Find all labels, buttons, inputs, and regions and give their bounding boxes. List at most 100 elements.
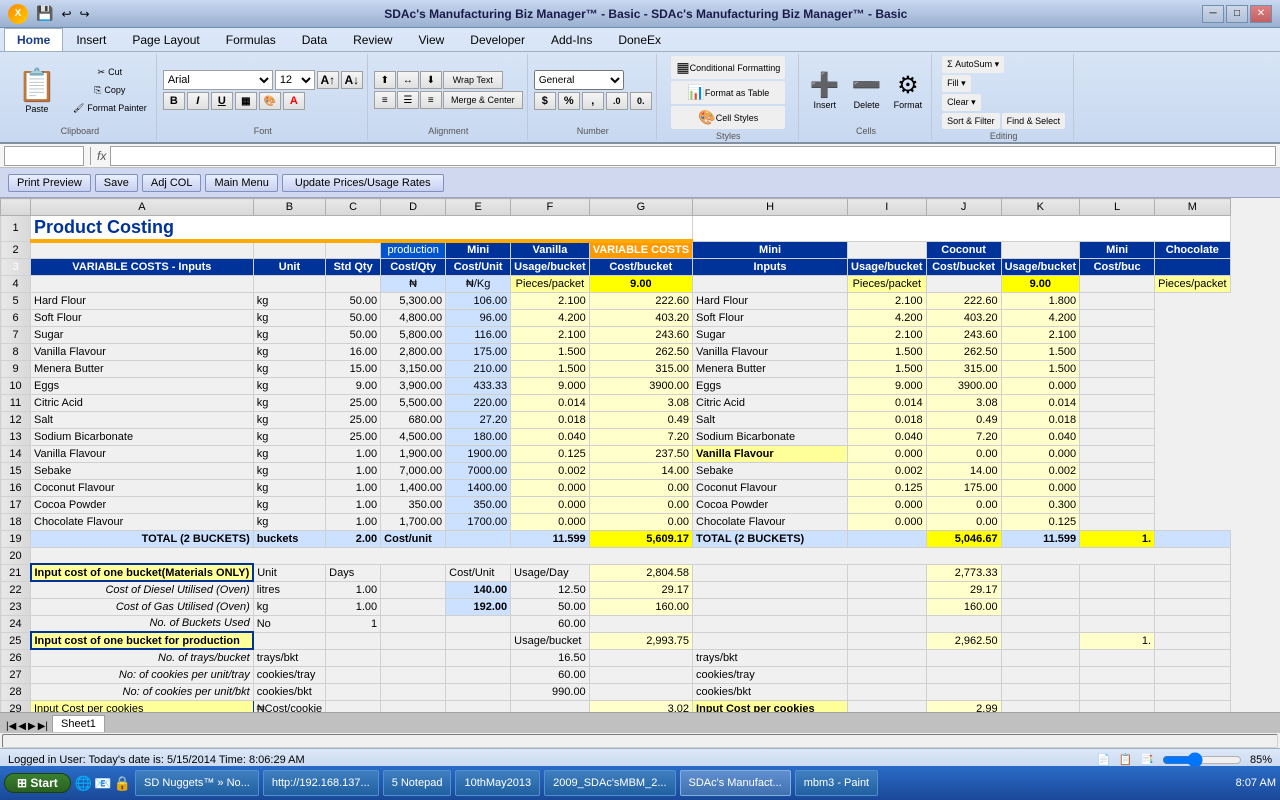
align-top-button[interactable]: ⬆ (374, 71, 396, 89)
border-button[interactable]: ▦ (235, 92, 257, 110)
align-left-button[interactable]: ≡ (374, 91, 396, 109)
font-name-select[interactable]: Arial (163, 70, 273, 90)
tab-doneex[interactable]: DoneEx (605, 28, 674, 51)
font-controls: Arial 12 A↑ A↓ B I U ▦ 🎨 A (163, 70, 363, 110)
sheet-nav-next[interactable]: ▶ (28, 721, 36, 732)
quick-access-save[interactable]: 💾 (36, 5, 53, 22)
italic-button[interactable]: I (187, 92, 209, 110)
close-button[interactable]: ✕ (1250, 5, 1272, 23)
wrap-text-button[interactable]: Wrap Text (443, 71, 503, 89)
view-layout-icon[interactable]: 📋 (1119, 753, 1133, 766)
update-prices-button[interactable]: Update Prices/Usage Rates (282, 174, 444, 192)
bold-button[interactable]: B (163, 92, 185, 110)
comma-button[interactable]: , (582, 92, 604, 110)
sort-filter-button[interactable]: Sort & Filter (942, 113, 1000, 129)
group-clipboard: 📋Paste ✂Cut ⎘Copy 🖌Format Painter Clipbo… (4, 54, 157, 140)
align-right-button[interactable]: ≡ (420, 91, 442, 109)
col-L: L (1080, 199, 1155, 216)
row-soft-flour: 6 Soft Flour kg 50.00 4,800.00 96.00 4.2… (1, 309, 1231, 326)
taskbar-icon-1[interactable]: 🌐 (75, 775, 92, 792)
decrease-decimal-button[interactable]: 0. (630, 92, 652, 110)
print-preview-button[interactable]: Print Preview (8, 174, 91, 192)
taskbar-item-10thmay[interactable]: 10thMay2013 (455, 770, 540, 796)
header-usage-bucket: Usage/bucket (511, 258, 590, 275)
taskbar-icon-3[interactable]: 🔒 (114, 775, 131, 792)
input-cost-cookies-label: Input Cost per cookies (31, 700, 254, 712)
taskbar-icon-2[interactable]: 📧 (94, 775, 111, 792)
decrease-font-button[interactable]: A↓ (341, 71, 363, 89)
fill-button[interactable]: Fill ▾ (942, 75, 971, 92)
percent-button[interactable]: % (558, 92, 580, 110)
taskbar-item-sdac-manufact[interactable]: SDAc's Manufact... (680, 770, 791, 796)
cell-2c (326, 241, 381, 258)
tab-insert[interactable]: Insert (63, 28, 119, 51)
cell-production: production (381, 241, 446, 258)
tab-formulas[interactable]: Formulas (213, 28, 289, 51)
currency-button[interactable]: $ (534, 92, 556, 110)
font-size-select[interactable]: 12 (275, 70, 315, 90)
taskbar-time: 8:07 AM (1236, 777, 1276, 789)
row-cookies-bkt: 28 No: of cookies per unit/bkt cookies/b… (1, 683, 1231, 700)
find-select-button[interactable]: Find & Select (1002, 113, 1066, 129)
tab-review[interactable]: Review (340, 28, 405, 51)
tab-page-layout[interactable]: Page Layout (119, 28, 212, 51)
conditional-formatting-button[interactable]: ▦ Conditional Formatting (671, 56, 785, 79)
taskbar-item-notepad[interactable]: 5 Notepad (383, 770, 452, 796)
autosum-button[interactable]: Σ AutoSum ▾ (942, 56, 1004, 73)
tab-home[interactable]: Home (4, 28, 63, 51)
formula-input[interactable] (110, 146, 1276, 166)
taskbar-item-mbm3-paint[interactable]: mbm3 - Paint (795, 770, 878, 796)
format-button[interactable]: ⚙Format (889, 68, 928, 113)
scrollbar-thumb[interactable] (2, 734, 1278, 748)
fill-color-button[interactable]: 🎨 (259, 92, 281, 110)
tab-add-ins[interactable]: Add-Ins (538, 28, 605, 51)
tab-view[interactable]: View (405, 28, 457, 51)
sheet-nav-last[interactable]: ▶| (38, 721, 48, 732)
col-J: J (926, 199, 1001, 216)
align-bottom-button[interactable]: ⬇ (420, 71, 442, 89)
name-box[interactable] (4, 146, 84, 166)
main-menu-button[interactable]: Main Menu (205, 174, 277, 192)
taskbar-item-sd-nuggets[interactable]: SD Nuggets™ » No... (135, 770, 259, 796)
tab-developer[interactable]: Developer (457, 28, 538, 51)
sheet-nav-prev[interactable]: ◀ (18, 721, 26, 732)
tab-data[interactable]: Data (289, 28, 340, 51)
minimize-button[interactable]: ─ (1202, 5, 1224, 23)
underline-button[interactable]: U (211, 92, 233, 110)
view-normal-icon[interactable]: 📄 (1097, 753, 1111, 766)
taskbar-item-browser[interactable]: http://192.168.137... (263, 770, 379, 796)
number-format-select[interactable]: General (534, 70, 624, 90)
increase-decimal-button[interactable]: .0 (606, 92, 628, 110)
delete-button[interactable]: ➖Delete (847, 68, 887, 113)
format-painter-button[interactable]: 🖌Format Painter (68, 100, 152, 117)
quick-access-redo[interactable]: ↪ (80, 7, 90, 21)
save-button[interactable]: Save (95, 174, 138, 192)
adj-col-button[interactable]: Adj COL (142, 174, 202, 192)
cell-styles-button[interactable]: 🎨 Cell Styles (671, 106, 785, 129)
increase-font-button[interactable]: A↑ (317, 71, 339, 89)
paste-button[interactable]: 📋Paste (8, 61, 66, 119)
clear-button[interactable]: Clear ▾ (942, 94, 981, 111)
sheet-nav-first[interactable]: |◀ (6, 721, 16, 732)
row-1: 1 Product Costing (1, 216, 1231, 242)
align-center-button[interactable]: ☰ (397, 91, 419, 109)
sheet-tab-main[interactable]: Sheet1 (52, 715, 105, 732)
align-middle-button[interactable]: ↔ (397, 71, 419, 89)
scrollbar-horizontal[interactable] (0, 732, 1280, 748)
merge-center-button[interactable]: Merge & Center (443, 91, 523, 109)
cut-button[interactable]: ✂Cut (68, 64, 152, 81)
taskbar-item-2009[interactable]: 2009_SDAc'sMBM_2... (544, 770, 675, 796)
row-2: 2 production Mini Vanilla VARIABLE COSTS… (1, 241, 1231, 258)
group-styles: ▦ Conditional Formatting 📊 Format as Tab… (659, 54, 799, 140)
font-color-button[interactable]: A (283, 92, 305, 110)
insert-button[interactable]: ➕Insert (805, 68, 845, 113)
row-eggs: 10 Eggs kg 9.00 3,900.00 433.33 9.000 39… (1, 377, 1231, 394)
start-button[interactable]: ⊞ Start (4, 773, 71, 793)
maximize-button[interactable]: □ (1226, 5, 1248, 23)
quick-access-undo[interactable]: ↩ (61, 7, 71, 21)
view-pagebreak-icon[interactable]: 📑 (1140, 753, 1154, 766)
spreadsheet-table: A B C D E F G H I J K L M 1 (0, 198, 1231, 712)
format-as-table-button[interactable]: 📊 Format as Table (671, 81, 785, 104)
copy-button[interactable]: ⎘Copy (68, 82, 152, 99)
cell-chocolate-header: Chocolate (1155, 241, 1230, 258)
